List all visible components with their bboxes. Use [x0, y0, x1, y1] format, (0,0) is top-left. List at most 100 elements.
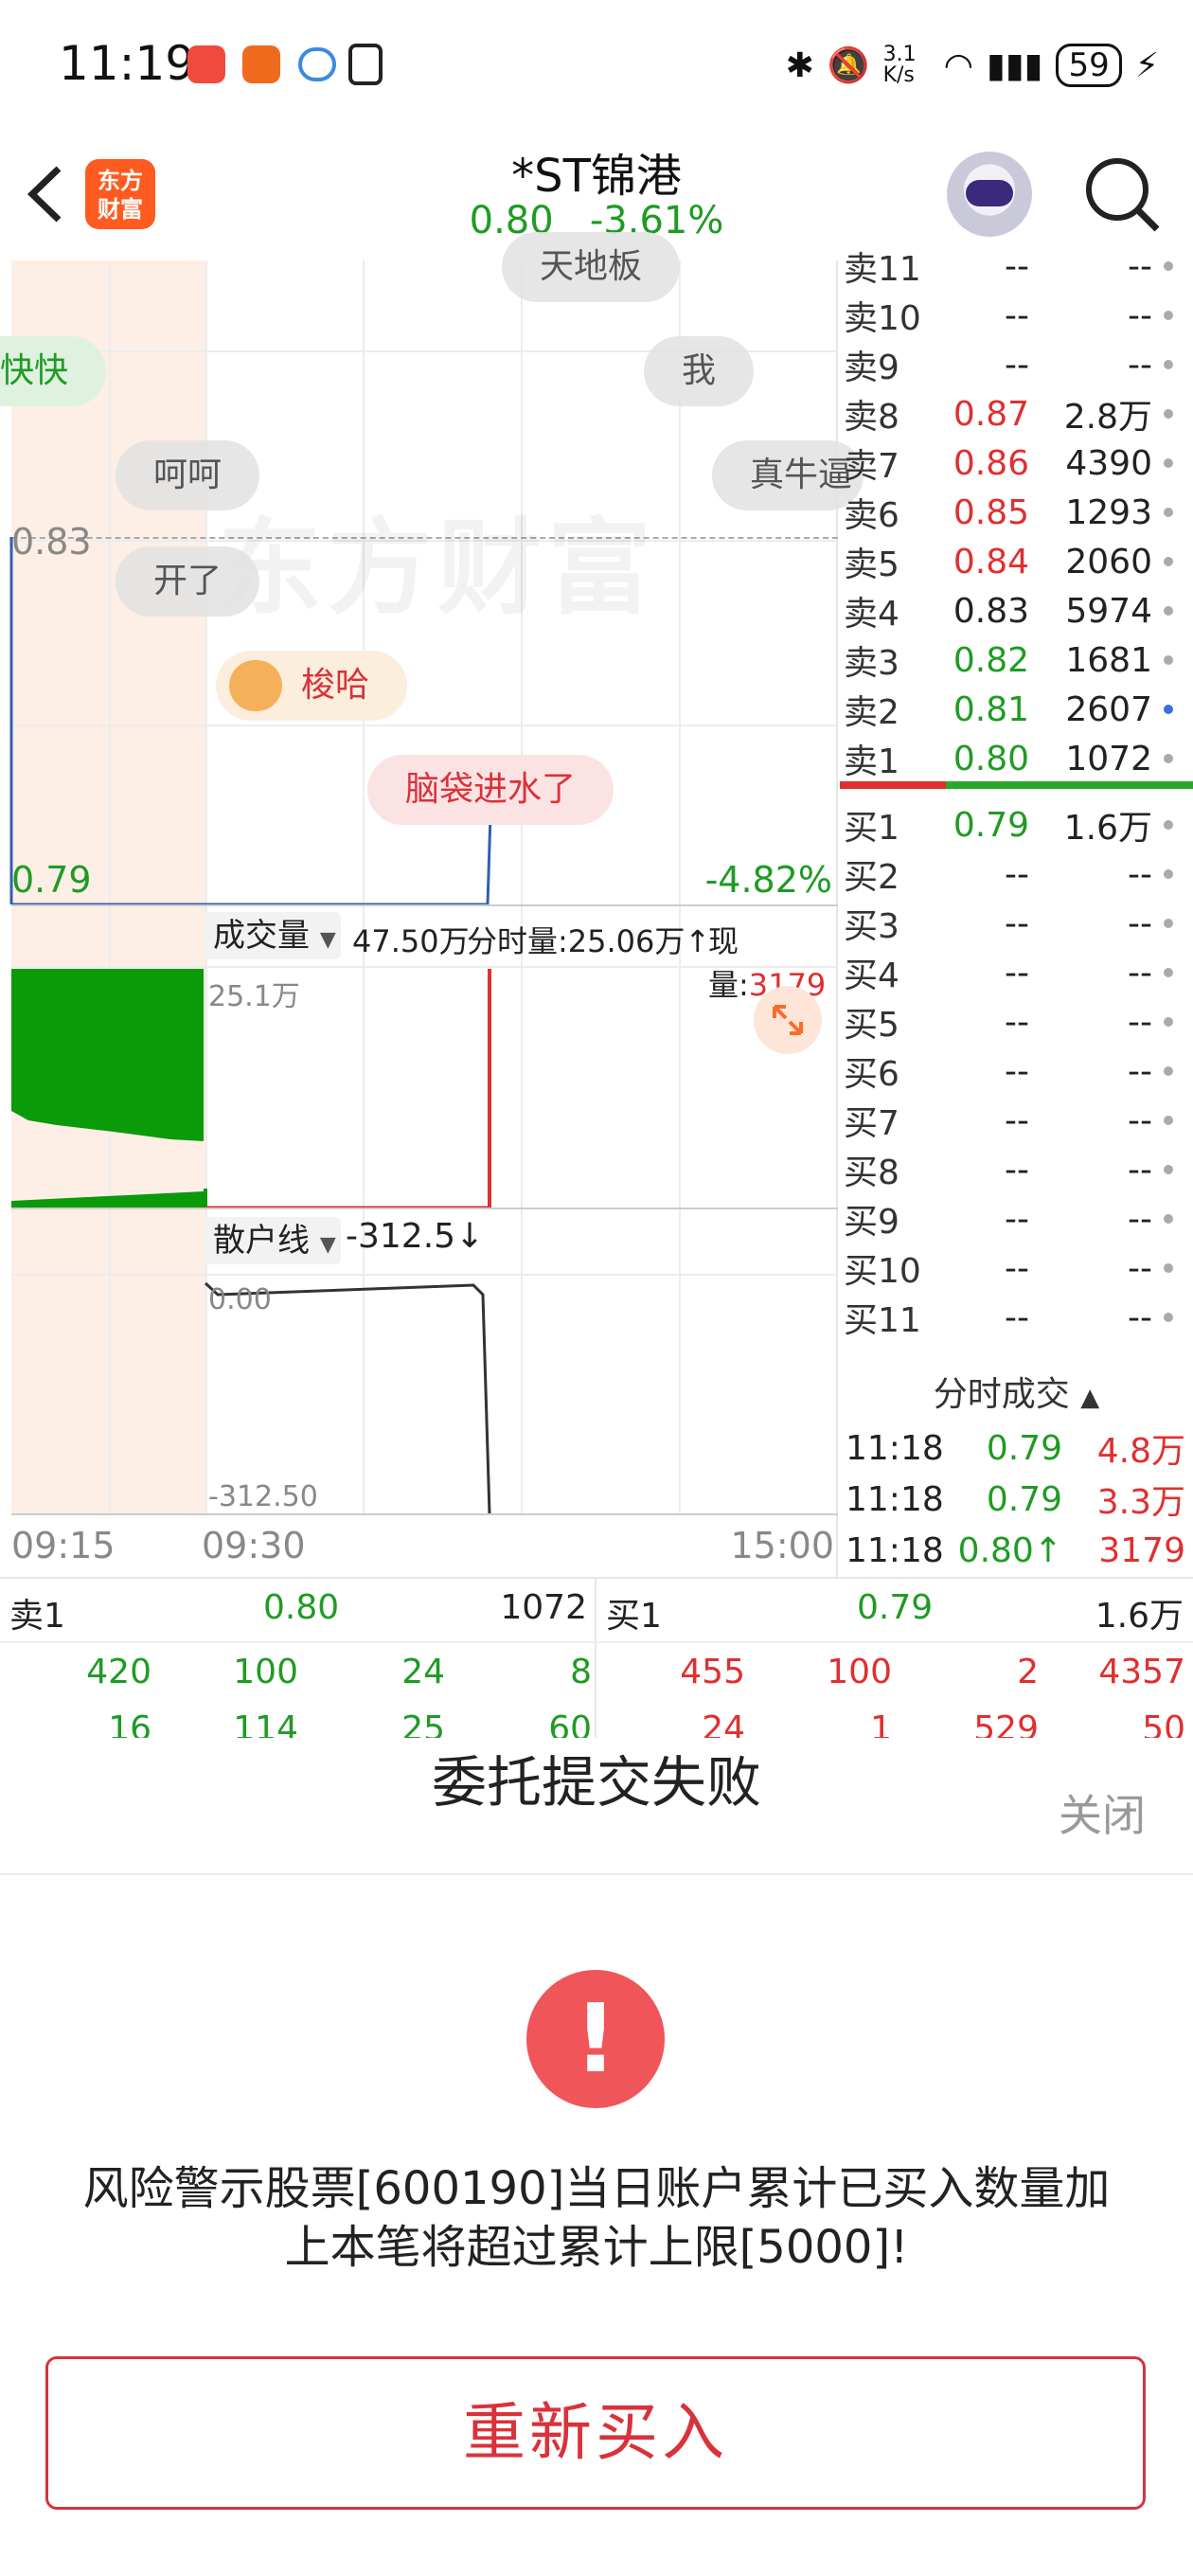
order-book-row[interactable]: 买4 -- --	[840, 948, 1193, 997]
order-level-price: 0.86	[953, 443, 1029, 483]
order-book-row[interactable]: 买2 -- --	[840, 850, 1193, 899]
order-book-row[interactable]: 买10 -- --	[840, 1243, 1193, 1293]
order-level-price: --	[1005, 1248, 1029, 1288]
sell1-volume: 1072	[500, 1588, 587, 1627]
order-book-row[interactable]: 买8 -- --	[840, 1145, 1193, 1194]
order-level-volume: --	[1128, 246, 1152, 286]
order-level-price: --	[1005, 1199, 1029, 1239]
queue-order-size: 100	[827, 1653, 892, 1691]
volume-bars	[11, 969, 838, 1209]
order-level-label: 买6	[844, 1055, 899, 1094]
order-level-volume: 2060	[1065, 542, 1152, 581]
order-book-row[interactable]: 买1 0.79 1.6万	[840, 800, 1193, 850]
order-level-price: --	[1005, 1297, 1029, 1337]
queue-order-size: 455	[680, 1653, 745, 1691]
danmaku-text: 梭哈	[301, 666, 370, 705]
order-book-row[interactable]: 买7 -- --	[840, 1096, 1193, 1145]
order-dot-icon	[1164, 1214, 1173, 1224]
buy1-label: 买1	[606, 1597, 662, 1636]
order-book-row[interactable]: 卖3 0.82 1681	[840, 635, 1193, 685]
order-book-row[interactable]: 买5 -- --	[840, 997, 1193, 1046]
tick-list[interactable]: 分时成交 ▲ 11:18 0.79 4.8万 11:18 0.79 3.3万 11:18 0.…	[840, 1359, 1193, 1577]
tick-volume: 3.3万	[1096, 1483, 1185, 1522]
volume-selector[interactable]: 成交量 ▼	[204, 912, 341, 959]
order-book-row[interactable]: 卖11 -- --	[840, 242, 1193, 291]
close-button[interactable]: 关闭	[1059, 1781, 1146, 1844]
order-level-volume: 5974	[1065, 591, 1152, 631]
order-level-volume: --	[1128, 1248, 1152, 1288]
dialog-message-line: 风险警示股票[600190]当日账户累计已买入数量加	[82, 2162, 1111, 2215]
retail-axis-bottom: -312.50	[208, 1480, 318, 1513]
order-level-price: 0.85	[953, 492, 1029, 532]
order-book-row[interactable]: 买3 -- --	[840, 899, 1193, 948]
retail-selector[interactable]: 散户线 ▼	[204, 1217, 341, 1264]
order-dot-icon	[1164, 820, 1173, 830]
queue-order-size: 2	[1017, 1653, 1039, 1691]
stock-name: *ST锦港	[511, 150, 682, 203]
order-book-row[interactable]: 卖5 0.84 2060	[840, 537, 1193, 586]
order-level-price: --	[1005, 1002, 1029, 1042]
order-level-price: --	[1005, 953, 1029, 993]
order-level-volume: 1293	[1065, 492, 1152, 532]
order-level-price: --	[1005, 903, 1029, 943]
search-icon[interactable]	[1079, 152, 1165, 237]
time-label: 09:30	[202, 1525, 306, 1566]
order-level-volume: --	[1128, 345, 1152, 385]
order-level-label: 买1	[844, 809, 899, 848]
volume-total: 47.50万	[352, 923, 470, 959]
order-level-price: --	[1005, 345, 1029, 385]
order-dot-icon	[1164, 754, 1173, 763]
rebuy-button[interactable]: 重新买入	[45, 2356, 1146, 2510]
order-dot-icon	[1164, 1313, 1173, 1322]
divider	[11, 966, 838, 968]
order-book-row[interactable]: 买6 -- --	[840, 1046, 1193, 1096]
order-book-row[interactable]: 买9 -- --	[840, 1194, 1193, 1243]
danmaku-bubble[interactable]: 脑袋进水了	[367, 755, 614, 825]
order-book-row[interactable]: 卖2 0.81 2607	[840, 685, 1193, 734]
danmaku-bubble[interactable]: 呵呵	[116, 440, 260, 510]
order-level-price: --	[1005, 295, 1029, 335]
order-level-price: 0.81	[953, 689, 1029, 729]
pct-low-label: -4.82%	[704, 859, 832, 901]
status-time: 11:19	[59, 36, 196, 91]
order-level-label: 卖9	[844, 349, 899, 387]
order-dot-icon	[1164, 1263, 1173, 1273]
danmaku-bubble[interactable]: 快快	[0, 336, 107, 406]
order-dot-icon	[1164, 508, 1173, 517]
dialog-title: 委托提交失败	[431, 1750, 761, 1815]
app-logo[interactable]: 东方 财富	[85, 159, 155, 229]
order-level-label: 卖7	[844, 447, 899, 486]
expand-icon[interactable]	[754, 986, 822, 1054]
order-level-label: 买11	[844, 1301, 921, 1340]
danmaku-bubble[interactable]: 天地板	[502, 232, 681, 302]
danmaku-bubble[interactable]: 开了	[116, 546, 260, 617]
order-book[interactable]: 卖11 -- -- 卖10 -- -- 卖9 -- -- 卖8 0.87 2.8万 卖7 0.86 4390…	[840, 247, 1193, 1359]
retail-line	[11, 1281, 838, 1515]
order-book-row[interactable]: 卖6 0.85 1293	[840, 488, 1193, 537]
order-level-label: 卖11	[844, 250, 921, 289]
order-level-volume: 1072	[1065, 739, 1152, 778]
order-book-row[interactable]: 买11 -- --	[840, 1293, 1193, 1342]
order-level-label: 买4	[844, 957, 899, 995]
order-book-row[interactable]: 卖4 0.83 5974	[840, 586, 1193, 635]
danmaku-bubble[interactable]: 我	[644, 336, 755, 406]
order-book-row[interactable]: 卖10 -- --	[840, 291, 1193, 340]
ai-assistant-icon[interactable]	[947, 152, 1032, 237]
tick-time: 11:18	[846, 1530, 944, 1570]
order-level-volume: --	[1128, 1297, 1152, 1337]
danmaku-bubble[interactable]: 梭哈	[216, 651, 408, 721]
tick-price: 0.80↑	[957, 1530, 1062, 1570]
intraday-chart[interactable]: 东方财富 0.83 0.79 -4.82% 天地板 快快 我 呵呵 真牛逼 开了…	[0, 232, 864, 1577]
order-book-row[interactable]: 卖8 0.87 2.8万	[840, 389, 1193, 438]
volume-axis-max: 25.1万	[208, 980, 300, 1013]
order-level-label: 卖8	[844, 398, 899, 437]
bid-ask-ratio-bar	[840, 781, 1193, 789]
order-level-label: 买2	[844, 858, 899, 897]
order-book-row[interactable]: 卖9 -- --	[840, 340, 1193, 389]
tick-time: 11:18	[846, 1479, 944, 1519]
order-book-row[interactable]: 卖1 0.80 1072	[840, 734, 1193, 783]
back-arrow-icon[interactable]	[23, 161, 70, 227]
order-level-volume: --	[1128, 295, 1152, 335]
order-book-row[interactable]: 卖7 0.86 4390	[840, 438, 1193, 488]
order-level-volume: 1.6万	[1063, 809, 1152, 848]
